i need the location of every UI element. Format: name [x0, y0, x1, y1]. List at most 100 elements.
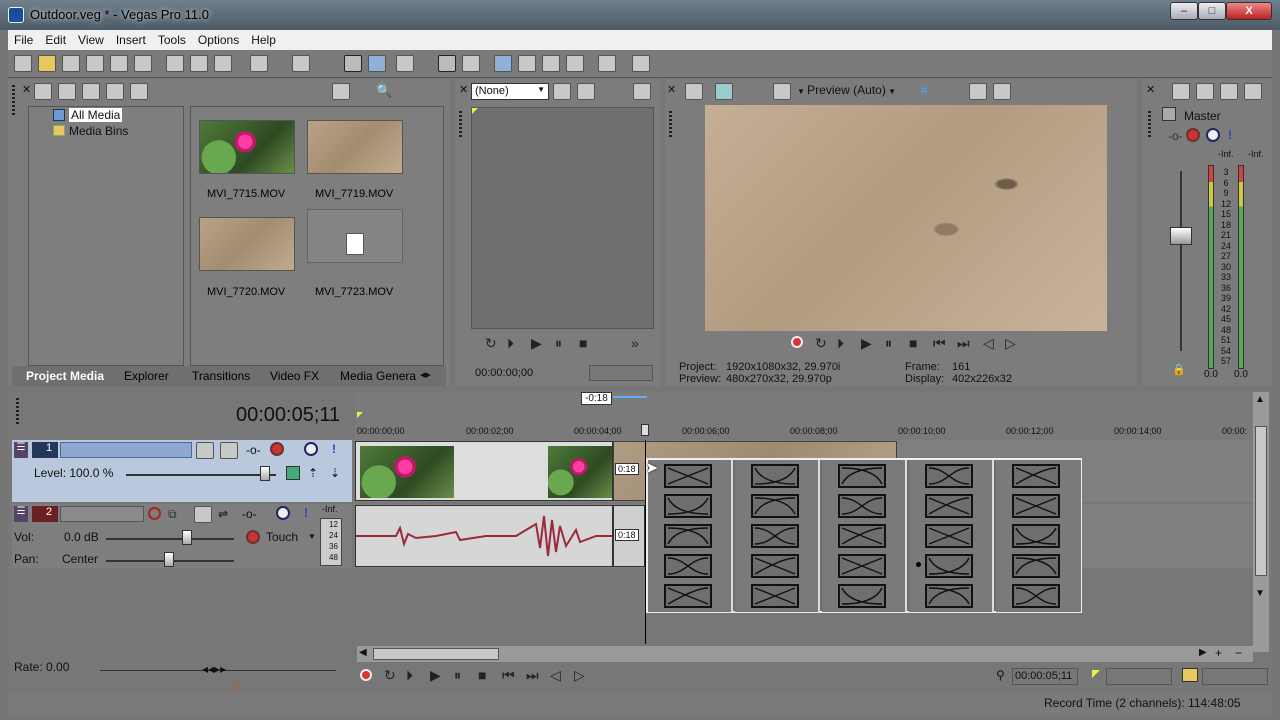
loop-icon[interactable]: ↻: [815, 335, 827, 352]
trimmer-add-icon[interactable]: [553, 83, 571, 100]
fade-curve-option[interactable]: [925, 494, 973, 518]
panel-grip[interactable]: [12, 85, 15, 115]
panel-grip[interactable]: [669, 111, 672, 139]
vertical-scroll-thumb[interactable]: [1255, 426, 1267, 576]
move-track-down-icon[interactable]: ⇣: [330, 466, 340, 480]
go-to-end-icon[interactable]: ⏭: [526, 667, 539, 684]
minimize-button[interactable]: –: [1170, 2, 1198, 20]
chevron-down-icon[interactable]: ▼: [1255, 588, 1265, 599]
previous-frame-icon[interactable]: ◁: [550, 667, 561, 684]
tree-item-all-media[interactable]: All Media: [69, 108, 123, 122]
solo-icon[interactable]: !: [304, 506, 308, 520]
burn-disc-icon[interactable]: [598, 55, 616, 72]
generated-media-icon[interactable]: [286, 466, 300, 480]
play-from-start-icon[interactable]: ⏵: [507, 335, 514, 352]
horizontal-scrollbar[interactable]: ◀ ▶ + −: [357, 646, 1253, 662]
more-icon[interactable]: »: [631, 335, 639, 351]
volume-slider-thumb[interactable]: [182, 530, 192, 545]
save-as-icon[interactable]: [86, 55, 104, 72]
audio-event-clip[interactable]: [355, 505, 613, 567]
mute-icon[interactable]: [1206, 128, 1220, 142]
play-icon[interactable]: ▶: [861, 335, 872, 352]
rate-slider-thumb[interactable]: ◂◂▸▸: [202, 662, 226, 676]
menu-file[interactable]: File: [8, 30, 39, 47]
play-from-start-icon[interactable]: ⏵: [406, 667, 413, 684]
horizontal-scroll-thumb[interactable]: [373, 648, 499, 660]
compositing-mode-icon[interactable]: -o-: [246, 443, 261, 457]
insert-fx-icon[interactable]: -o-: [1168, 129, 1183, 143]
mute-icon[interactable]: [304, 442, 318, 456]
loop-region-bar[interactable]: [613, 396, 647, 398]
menu-view[interactable]: View: [72, 30, 110, 47]
chevron-down-icon[interactable]: ▼: [308, 532, 316, 541]
undo-icon[interactable]: [250, 55, 268, 72]
automation-mode[interactable]: Touch: [266, 530, 298, 544]
pause-icon[interactable]: ⏸: [454, 667, 461, 684]
menu-tools[interactable]: Tools: [152, 30, 192, 47]
record-icon[interactable]: [791, 336, 803, 348]
pause-icon[interactable]: ⏸: [555, 335, 562, 352]
auto-ripple-icon[interactable]: [396, 55, 414, 72]
import-media-icon[interactable]: [34, 83, 52, 100]
cut-icon[interactable]: [166, 55, 184, 72]
tree-item-media-bins[interactable]: Media Bins: [69, 124, 128, 138]
search-icon[interactable]: 🔍: [376, 83, 392, 99]
level-slider[interactable]: [126, 474, 276, 476]
overlays-icon[interactable]: #: [921, 83, 928, 97]
capture-video-icon[interactable]: [58, 83, 76, 100]
track-name-field[interactable]: [60, 506, 144, 522]
stop-icon[interactable]: ■: [579, 335, 587, 351]
track-fx-icon[interactable]: [270, 442, 284, 456]
panel-grip[interactable]: [1148, 111, 1151, 139]
automation-icon[interactable]: [518, 55, 536, 72]
redo-icon[interactable]: [292, 55, 310, 72]
arm-record-icon[interactable]: [148, 507, 161, 520]
menu-help[interactable]: Help: [245, 30, 282, 47]
video-event-clip[interactable]: [355, 441, 613, 501]
copy-snapshot-icon[interactable]: [969, 83, 987, 100]
insert-fx-icon[interactable]: -o-: [242, 507, 257, 521]
pan-slider-thumb[interactable]: [164, 552, 174, 567]
downmix-icon[interactable]: [1196, 83, 1214, 100]
tab-media-generators[interactable]: Media Generat: [340, 369, 416, 383]
render-icon[interactable]: [110, 55, 128, 72]
chevron-right-icon[interactable]: ▶: [1199, 647, 1207, 658]
fade-curve-option[interactable]: [664, 494, 712, 518]
mixer-view-icon[interactable]: [1244, 83, 1262, 100]
automation-mode-icon[interactable]: [246, 530, 260, 544]
stop-icon[interactable]: ■: [478, 667, 486, 683]
external-monitor-icon[interactable]: [715, 83, 733, 100]
trimmer-monitor-icon[interactable]: [633, 83, 651, 100]
save-snapshot-icon[interactable]: [993, 83, 1011, 100]
preview-quality-dropdown[interactable]: ▼ Preview (Auto) ▼: [797, 83, 896, 97]
open-icon[interactable]: [38, 55, 56, 72]
fade-curve-option[interactable]: [1012, 464, 1060, 488]
tab-video-fx[interactable]: Video FX: [270, 369, 319, 383]
track-name-field[interactable]: [60, 442, 192, 458]
parent-composite-icon[interactable]: [220, 442, 238, 459]
zoom-in-icon[interactable]: +: [1215, 646, 1222, 660]
next-frame-icon[interactable]: ▷: [1005, 335, 1016, 352]
ignore-grouping-icon[interactable]: [462, 55, 480, 72]
chevron-up-icon[interactable]: ▲: [1255, 394, 1265, 405]
invert-phase-icon[interactable]: ⧉: [168, 507, 177, 522]
level-slider-thumb[interactable]: [260, 466, 270, 481]
zoom-tool-icon[interactable]: [566, 55, 584, 72]
close-panel-icon[interactable]: ✕: [667, 83, 676, 96]
fade-curve-option[interactable]: [751, 524, 799, 548]
fade-curve-option[interactable]: [664, 584, 712, 608]
menu-options[interactable]: Options: [192, 30, 245, 47]
mute-icon[interactable]: [276, 506, 290, 520]
media-thumbnail-4[interactable]: [307, 209, 403, 263]
playhead-handle[interactable]: [641, 424, 649, 436]
fade-curve-option[interactable]: [664, 554, 712, 578]
solo-icon[interactable]: !: [332, 442, 336, 456]
fade-curve-option[interactable]: [838, 494, 886, 518]
play-icon[interactable]: ▶: [430, 667, 441, 684]
save-icon[interactable]: [62, 55, 80, 72]
tab-explorer[interactable]: Explorer: [124, 369, 169, 383]
fade-curve-option[interactable]: [751, 584, 799, 608]
stop-icon[interactable]: ■: [909, 335, 917, 351]
solo-icon[interactable]: !: [1228, 128, 1232, 142]
master-fader[interactable]: [1170, 227, 1192, 245]
